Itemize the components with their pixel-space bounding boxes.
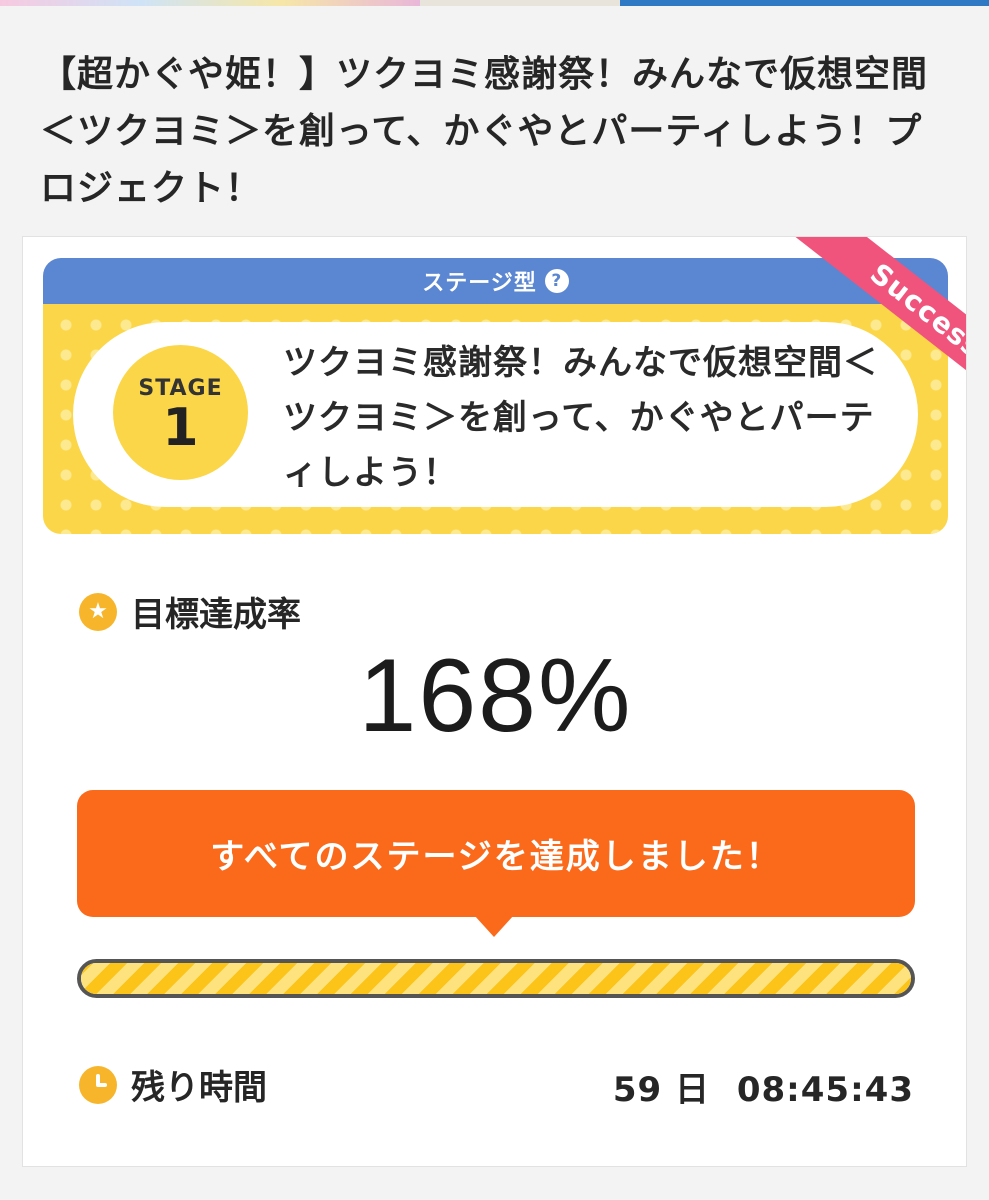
stage-type-header: ステージ型 ? bbox=[43, 258, 948, 304]
banner-image-segment bbox=[420, 0, 620, 6]
remaining-clock: 08:45:43 bbox=[736, 1070, 914, 1110]
stage-body: STAGE 1 ツクヨミ感謝祭！みんなで仮想空間＜ツクヨミ＞を創って、かぐやとパ… bbox=[43, 304, 948, 534]
banner-image-segment bbox=[620, 0, 989, 6]
stage-badge-number: 1 bbox=[162, 398, 199, 458]
remaining-time-value: 59 日 08:45:43 bbox=[613, 1062, 914, 1111]
stage-type-label: ステージ型 bbox=[422, 271, 537, 296]
stage-card: ステージ型 ? STAGE 1 ツクヨミ感謝祭！みんなで仮想空間＜ツクヨミ＞を創… bbox=[22, 236, 967, 1167]
clock-icon bbox=[79, 1065, 117, 1104]
stage-pill: STAGE 1 ツクヨミ感謝祭！みんなで仮想空間＜ツクヨミ＞を創って、かぐやとパ… bbox=[73, 322, 918, 507]
question-circle-icon[interactable]: ? bbox=[544, 269, 569, 293]
goal-rate-heading: ★ 目標達成率 bbox=[79, 587, 301, 636]
all-stages-complete-message: すべてのステージを達成しました！ bbox=[210, 837, 782, 877]
banner-pointer bbox=[474, 915, 514, 937]
banner-image-segment bbox=[0, 0, 420, 6]
progress-bar-fill bbox=[81, 963, 911, 994]
stage-badge: STAGE 1 bbox=[113, 345, 248, 480]
progress-bar bbox=[77, 959, 915, 998]
star-icon: ★ bbox=[79, 592, 117, 631]
goal-rate-value: 168% bbox=[358, 638, 633, 754]
remaining-time-heading: 残り時間 bbox=[79, 1060, 267, 1109]
stage-box: ステージ型 ? STAGE 1 ツクヨミ感謝祭！みんなで仮想空間＜ツクヨミ＞を創… bbox=[43, 258, 948, 534]
goal-rate-label: 目標達成率 bbox=[131, 595, 301, 635]
all-stages-complete-banner: すべてのステージを達成しました！ bbox=[77, 790, 915, 917]
remaining-time-label: 残り時間 bbox=[131, 1068, 267, 1108]
stage-title: ツクヨミ感謝祭！みんなで仮想空間＜ツクヨミ＞を創って、かぐやとパーティしよう！ bbox=[283, 343, 878, 493]
remaining-days: 59 日 bbox=[612, 1070, 711, 1110]
top-banner-strip bbox=[0, 0, 989, 6]
project-title: 【超かぐや姫！】ツクヨミ感謝祭！みんなで仮想空間＜ツクヨミ＞を創って、かぐやとパ… bbox=[40, 54, 929, 209]
